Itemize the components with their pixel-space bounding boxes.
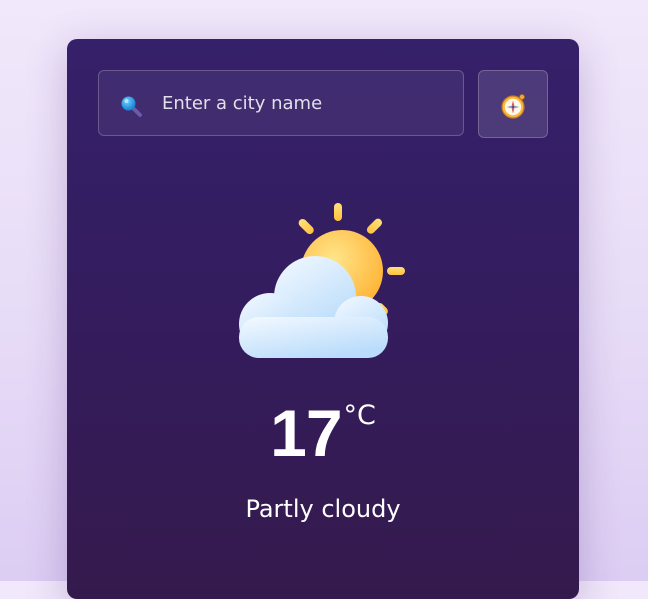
- temperature-value: 17: [270, 396, 342, 470]
- current-location-button[interactable]: [478, 70, 548, 138]
- search-box[interactable]: [98, 70, 464, 136]
- weather-description: Partly cloudy: [245, 495, 401, 523]
- temperature-unit: °C: [343, 400, 376, 431]
- compass-icon: [501, 94, 525, 119]
- magnifier-icon: [121, 96, 142, 117]
- weather-condition-icon: [239, 203, 405, 358]
- temperature-display: 17°C: [67, 395, 579, 471]
- city-search-input[interactable]: [162, 71, 452, 135]
- weather-card: 17°C Partly cloudy: [67, 39, 579, 599]
